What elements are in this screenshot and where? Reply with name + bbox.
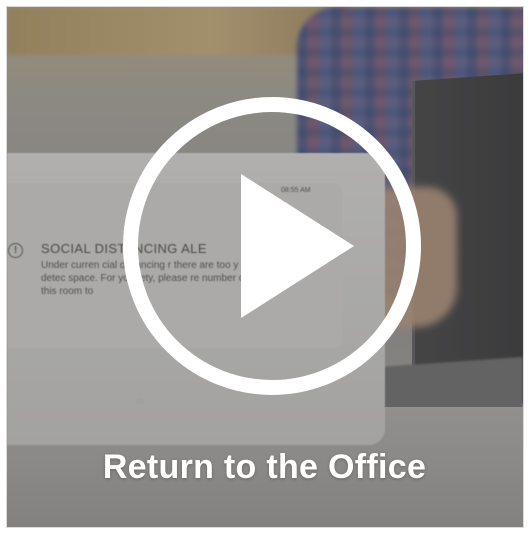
video-title: Return to the Office	[102, 448, 427, 486]
play-icon	[241, 174, 354, 318]
play-button[interactable]	[123, 97, 421, 395]
